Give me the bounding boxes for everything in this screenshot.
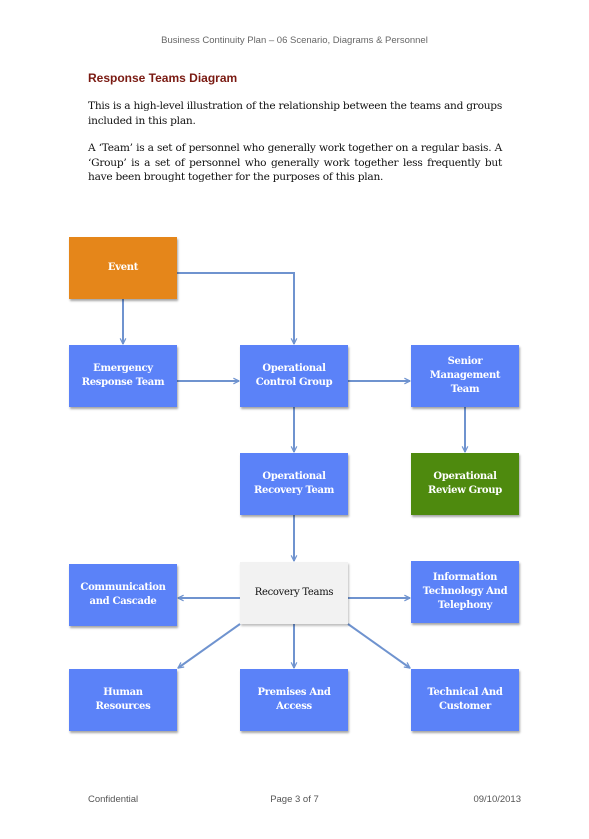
node-event: Event (69, 237, 177, 299)
footer-date: 09/10/2013 (473, 794, 521, 805)
node-premises-and-access: Premises And Access (240, 669, 348, 731)
node-human-resources: Human Resources (69, 669, 177, 731)
node-emergency-response-team: Emergency Response Team (69, 345, 177, 407)
edge-recovery-to-hr (178, 623, 241, 669)
node-communication-and-cascade: Communication and Cascade (69, 564, 177, 626)
node-recovery-teams: Recovery Teams (240, 562, 348, 624)
node-information-technology: Information Technology And Telephony (411, 561, 519, 623)
edge-recovery-to-technical (347, 623, 410, 669)
node-technical-and-customer: Technical And Customer (411, 669, 519, 731)
edge-event-to-ocg (177, 272, 294, 344)
node-operational-recovery-team: Operational Recovery Team (240, 453, 348, 515)
node-operational-review-group: Operational Review Group (411, 453, 519, 515)
node-senior-management-team: Senior Management Team (411, 345, 519, 407)
node-operational-control-group: Operational Control Group (240, 345, 348, 407)
